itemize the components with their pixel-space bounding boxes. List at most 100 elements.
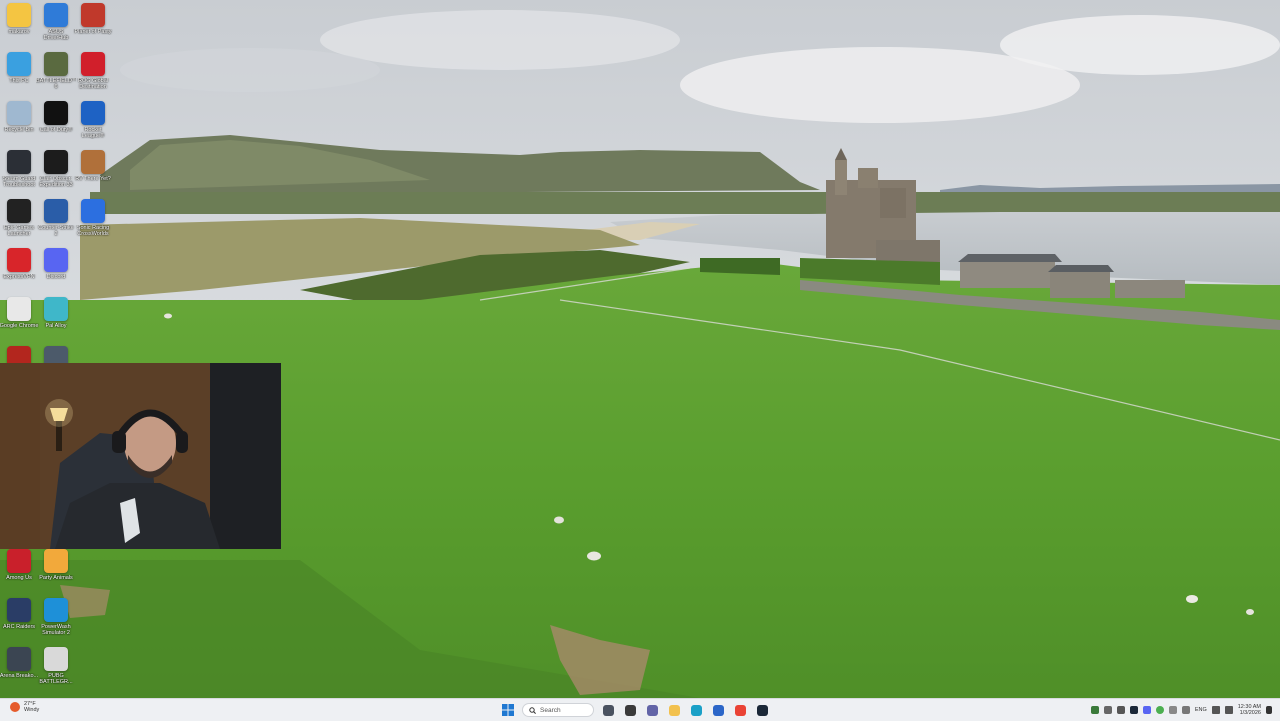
taskbar-app-button[interactable]: [710, 702, 726, 718]
planet-pasty-icon: [81, 3, 105, 27]
clair-obscur-icon: [44, 150, 68, 174]
chevron-up-icon[interactable]: [1181, 706, 1190, 714]
clock-date: 1/3/2026: [1239, 710, 1261, 716]
desktop-icon-label: ROG Global Destination: [78, 78, 108, 90]
desktop-icon[interactable]: Pal Alloy: [37, 294, 75, 342]
palworld-icon: [44, 297, 68, 321]
desktop-icon-label: RV There Yet?: [75, 176, 111, 182]
desktop-icon[interactable]: Party Animals: [37, 546, 75, 594]
taskbar: 27°F Windy Search ENG 12:30 AM 1/3/2026: [0, 698, 1280, 721]
taskbar-apps: [600, 702, 770, 718]
desktop-icon[interactable]: Planet of Pasty: [74, 0, 112, 48]
teams-icon: [646, 704, 658, 716]
windows-icon: [502, 704, 514, 716]
arc-raiders-icon: [7, 598, 31, 622]
tray-app-icon[interactable]: [1090, 706, 1099, 714]
recycle-bin-icon: [7, 101, 31, 125]
desktop-icon[interactable]: Arena Breako...: [0, 644, 38, 692]
steam-icon: [7, 150, 31, 174]
taskbar-center: Search: [500, 701, 770, 719]
taskbar-app-button[interactable]: [666, 702, 682, 718]
steam-icon: [756, 704, 768, 716]
desktop-icon-label: Among Us: [6, 575, 32, 581]
desktop-icon[interactable]: Counter-Strike 2: [37, 196, 75, 244]
weather-icon: [10, 702, 20, 712]
pubg-icon: [44, 647, 68, 671]
desktop-icon[interactable]: BATTLEFIELD™ 6: [36, 49, 76, 97]
tray-app-icon[interactable]: [1168, 706, 1177, 714]
language-indicator[interactable]: ENG: [1195, 707, 1207, 713]
expressvpn-icon: [7, 248, 31, 272]
among-us-icon: [7, 549, 31, 573]
volume-icon[interactable]: [1224, 706, 1233, 714]
chrome-icon: [734, 704, 746, 716]
desktop-icon[interactable]: Epic Games Launcher: [0, 196, 38, 244]
desktop-icon[interactable]: Steam Guard Troubleshoot: [0, 147, 38, 195]
desktop-icon[interactable]: Among Us: [0, 546, 38, 594]
desktop-icon[interactable]: Recycle Bin: [0, 98, 38, 146]
asus-driverhub-icon: [44, 3, 68, 27]
notification-icon[interactable]: [1266, 706, 1272, 714]
taskbar-app-button[interactable]: [644, 702, 660, 718]
desktop-icon[interactable]: ExpressVPN: [0, 245, 38, 293]
desktop-icon[interactable]: PUBG BATTLEGR...: [37, 644, 75, 692]
taskbar-app-button[interactable]: [754, 702, 770, 718]
desktop-icon-label: Clair Obscur: Expedition 33: [39, 176, 73, 188]
monitor-icon: [7, 52, 31, 76]
rv-there-yet-icon: [81, 150, 105, 174]
desktop-icon[interactable]: This PC: [0, 49, 38, 97]
desktop-icon-label: Party Animals: [39, 575, 73, 581]
desktop-icon-label: Recycle Bin: [4, 127, 34, 133]
taskbar-search[interactable]: Search: [522, 703, 594, 717]
desktop-icon[interactable]: PowerWash Simulator 2: [37, 595, 75, 643]
tray-app-icon[interactable]: [1103, 706, 1112, 714]
desktop-icon-label: makarov: [8, 29, 30, 35]
desktop-icon-label: ARC Raiders: [2, 624, 36, 630]
system-tray: ENG 12:30 AM 1/3/2026: [1090, 702, 1272, 718]
desktop-icon-label: PowerWash Simulator 2: [41, 624, 71, 636]
desktop-icon[interactable]: Rocket League®: [74, 98, 112, 146]
desktop-icon-label: Steam Guard Troubleshoot: [2, 176, 36, 188]
desktop-icon-label: Call of Duty®: [39, 127, 73, 133]
desktop-icon-label: PUBG BATTLEGR...: [39, 673, 73, 685]
party-animals-icon: [44, 549, 68, 573]
epic-games-icon: [7, 199, 31, 223]
taskbar-app-button[interactable]: [688, 702, 704, 718]
battlefield-icon: [44, 52, 68, 76]
desktop-icon-label: ASUS DriverHub: [43, 29, 69, 41]
tray-status-icon[interactable]: [1155, 706, 1164, 714]
clock[interactable]: 12:30 AM 1/3/2026: [1238, 704, 1261, 717]
taskbar-app-button[interactable]: [600, 702, 616, 718]
desktop-icon-label: Epic Games Launcher: [4, 225, 34, 237]
desktop-icon[interactable]: ROG Global Destination: [74, 49, 112, 97]
desktop-icon-label: Discord: [46, 274, 66, 280]
chrome-icon: [7, 297, 31, 321]
discord-tray-icon[interactable]: [1142, 706, 1151, 714]
desktop-icon[interactable]: Discord: [37, 245, 75, 293]
desktop-icon[interactable]: ASUS DriverHub: [37, 0, 75, 48]
desktop-icon[interactable]: Sonic Racing CrossWorlds: [74, 196, 112, 244]
desktop-icon[interactable]: Call of Duty®: [37, 98, 75, 146]
desktop-icon[interactable]: Clair Obscur: Expedition 33: [37, 147, 75, 195]
taskbar-app-button[interactable]: [622, 702, 638, 718]
rocket-league-icon: [81, 101, 105, 125]
start-button[interactable]: [500, 702, 516, 718]
taskbar-app-button[interactable]: [732, 702, 748, 718]
discord-icon: [44, 248, 68, 272]
desktop-icon[interactable]: ARC Raiders: [0, 595, 38, 643]
folder-icon: [7, 3, 31, 27]
desktop-icon[interactable]: Google Chrome: [0, 294, 38, 342]
desktop-icon-label: Pal Alloy: [45, 323, 67, 329]
desktop-icon-label: ExpressVPN: [3, 274, 35, 280]
desktop-icon-label: Google Chrome: [0, 323, 39, 329]
weather-widget[interactable]: 27°F Windy: [10, 701, 39, 713]
search-icon: [529, 706, 536, 714]
steam-tray-icon[interactable]: [1129, 706, 1138, 714]
weather-condition: Windy: [24, 707, 40, 713]
wifi-icon[interactable]: [1211, 706, 1220, 714]
desktop-icon-label: Planet of Pasty: [74, 29, 112, 35]
desktop-icon[interactable]: RV There Yet?: [74, 147, 112, 195]
desktop-icon[interactable]: makarov: [0, 0, 38, 48]
search-placeholder: Search: [540, 706, 561, 714]
tray-app-icon[interactable]: [1116, 706, 1125, 714]
